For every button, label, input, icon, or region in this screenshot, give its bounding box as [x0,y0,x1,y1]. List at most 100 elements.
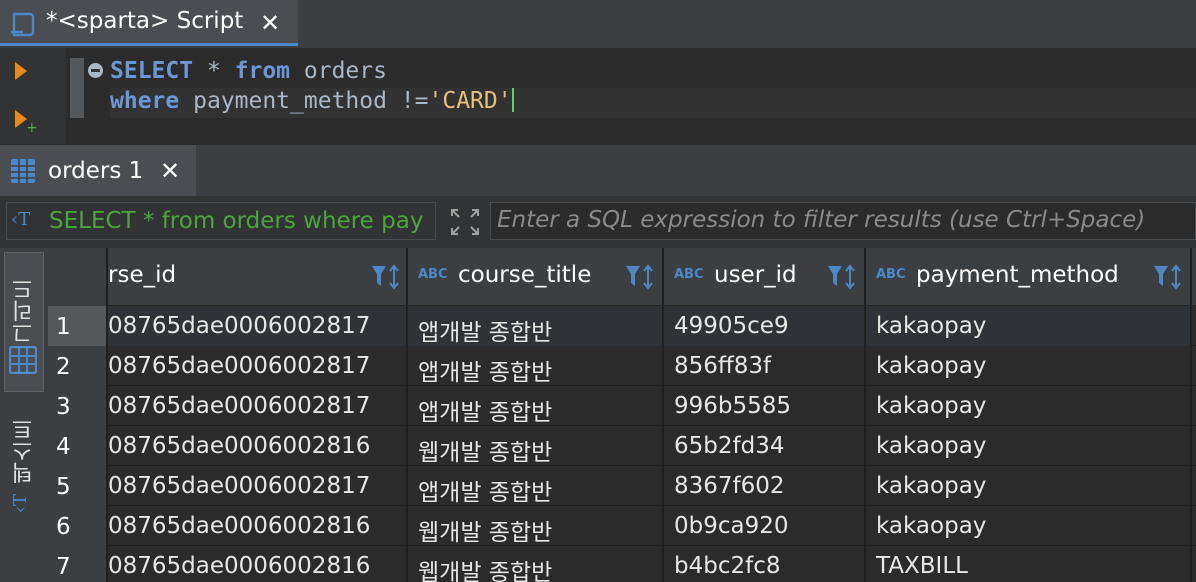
table-cell[interactable]: 0b9ca920 [664,506,866,546]
row-number[interactable]: 5 [48,466,108,506]
table-cell[interactable]: 앱개발 종합반 [408,386,664,426]
column-header-course-id[interactable]: rse_id [108,248,408,306]
row-number-label: 2 [56,354,71,380]
table-cell[interactable]: 앱개발 종합반 [408,346,664,386]
string-key-type-icon: ABC [674,267,704,282]
row-number[interactable]: 7 [48,546,108,582]
filter-bar: ‹T SELECT * from orders where pay Enter … [0,196,1196,248]
table-row[interactable]: 2 08765dae0006002817 앱개발 종합반 856ff83f ka… [48,346,1196,386]
table-cell[interactable]: kakaopay [866,346,1192,386]
table-cell[interactable]: 08765dae0006002816 [108,426,408,466]
cell-value: b4bc2fc8 [674,553,781,579]
query-text-box[interactable]: ‹T SELECT * from orders where pay [6,202,436,240]
row-number[interactable]: 1 [48,306,108,346]
row-number[interactable]: 2 [48,346,108,386]
table-cell[interactable]: TAXBILL [866,546,1192,582]
table-cell[interactable]: 앱개발 종합반 [408,466,664,506]
text-caret [511,88,514,112]
table-cell[interactable]: kakaopay [866,386,1192,426]
cell-value: 08765dae0006002817 [108,393,371,419]
table-cell[interactable]: kakaopay [866,466,1192,506]
code-line-1[interactable]: SELECT * from orders [110,56,387,86]
cell-value: 8367f602 [674,473,785,499]
keyword-from: from [234,58,291,84]
row-number[interactable]: 3 [48,386,108,426]
table-cell[interactable]: 08765dae0006002816 [108,546,408,582]
editor-gutter: + [0,48,66,144]
cell-value: 08765dae0006002817 [108,313,371,339]
string-type-icon: ABC [418,267,448,282]
table-cell[interactable]: 08765dae0006002816 [108,506,408,546]
column-name: course_title [458,262,592,288]
grid-icon [9,346,37,374]
cell-value: 앱개발 종합반 [418,480,553,506]
keyword-select: SELECT [110,58,194,84]
cell-value: 08765dae0006002817 [108,473,371,499]
fold-collapse-icon[interactable] [88,63,103,78]
filter-sort-icon[interactable] [1152,262,1184,292]
filter-expression-input[interactable]: Enter a SQL expression to filter results… [490,202,1196,240]
table-cell[interactable]: 08765dae0006002817 [108,386,408,426]
filter-placeholder: Enter a SQL expression to filter results… [497,207,1146,233]
cell-value: kakaopay [876,513,987,539]
cell-value: kakaopay [876,313,987,339]
table-cell[interactable]: 8367f602 [664,466,866,506]
table-cell[interactable]: 49905ce9 [664,306,866,346]
view-mode-sidebar: 그리드 텍스트 ‹T [0,248,48,582]
table-row[interactable]: 1 08765dae0006002817 앱개발 종합반 49905ce9 ka… [48,306,1196,346]
results-grid[interactable]: rse_id ABC course_title ABC user_id ABC [48,248,1196,582]
code-token-table: orders [290,58,387,84]
table-cell[interactable]: 856ff83f [664,346,866,386]
text-view-label[interactable]: 텍스트 [9,418,41,484]
run-statement-icon[interactable] [15,62,27,80]
row-number-header [48,248,108,306]
code-token-condition: payment_method != [179,88,429,114]
table-cell[interactable]: 08765dae0006002817 [108,306,408,346]
table-cell[interactable]: kakaopay [866,306,1192,346]
text-view-icon[interactable]: ‹T [10,494,31,513]
code-token-string: 'CARD' [428,88,512,114]
text-type-icon: ‹T [11,209,31,230]
row-number[interactable]: 6 [48,506,108,546]
table-row[interactable]: 7 08765dae0006002816 웹개발 종합반 b4bc2fc8 TA… [48,546,1196,582]
filter-sort-icon[interactable] [624,262,656,292]
table-row[interactable]: 5 08765dae0006002817 앱개발 종합반 8367f602 ka… [48,466,1196,506]
results-tab-title: orders 1 [48,158,144,184]
results-tab-orders[interactable]: orders 1 ✕ [0,145,196,197]
filter-sort-icon[interactable] [370,262,402,292]
table-cell[interactable]: kakaopay [866,426,1192,466]
table-cell[interactable]: 65b2fd34 [664,426,866,466]
close-icon[interactable]: ✕ [160,157,180,185]
row-number[interactable]: 4 [48,426,108,466]
editor-tab-script[interactable]: *<sparta> Script ✕ [0,0,298,46]
cell-value: 웹개발 종합반 [418,520,553,546]
table-row[interactable]: 4 08765dae0006002816 웹개발 종합반 65b2fd34 ka… [48,426,1196,466]
cell-value: 996b5585 [674,393,792,419]
table-cell[interactable]: 앱개발 종합반 [408,306,664,346]
table-cell[interactable]: 웹개발 종합반 [408,426,664,466]
close-icon[interactable]: ✕ [260,9,280,37]
column-header-course-title[interactable]: ABC course_title [408,248,664,306]
table-cell[interactable]: 웹개발 종합반 [408,546,664,582]
code-line-2[interactable]: where payment_method !='CARD' [110,86,514,116]
grid-icon [11,159,35,183]
cell-value: 49905ce9 [674,313,789,339]
table-cell[interactable]: 08765dae0006002817 [108,466,408,506]
sql-editor[interactable]: + SELECT * from orders where payment_met… [0,48,1196,144]
filter-sort-icon[interactable] [826,262,858,292]
column-header-payment-method[interactable]: ABC payment_method [866,248,1192,306]
table-cell[interactable]: kakaopay [866,506,1192,546]
expand-icon[interactable] [448,206,482,238]
string-type-icon: ABC [876,267,906,282]
column-header-user-id[interactable]: ABC user_id [664,248,866,306]
row-number-label: 4 [56,434,71,460]
table-cell[interactable]: 08765dae0006002817 [108,346,408,386]
table-cell[interactable]: 웹개발 종합반 [408,506,664,546]
cell-value: 08765dae0006002816 [108,433,371,459]
table-row[interactable]: 6 08765dae0006002816 웹개발 종합반 0b9ca920 ka… [48,506,1196,546]
table-cell[interactable]: b4bc2fc8 [664,546,866,582]
editor-tab-title: *<sparta> Script [46,8,244,34]
table-row[interactable]: 3 08765dae0006002817 앱개발 종합반 996b5585 ka… [48,386,1196,426]
table-cell[interactable]: 996b5585 [664,386,866,426]
cell-value: 0b9ca920 [674,513,789,539]
